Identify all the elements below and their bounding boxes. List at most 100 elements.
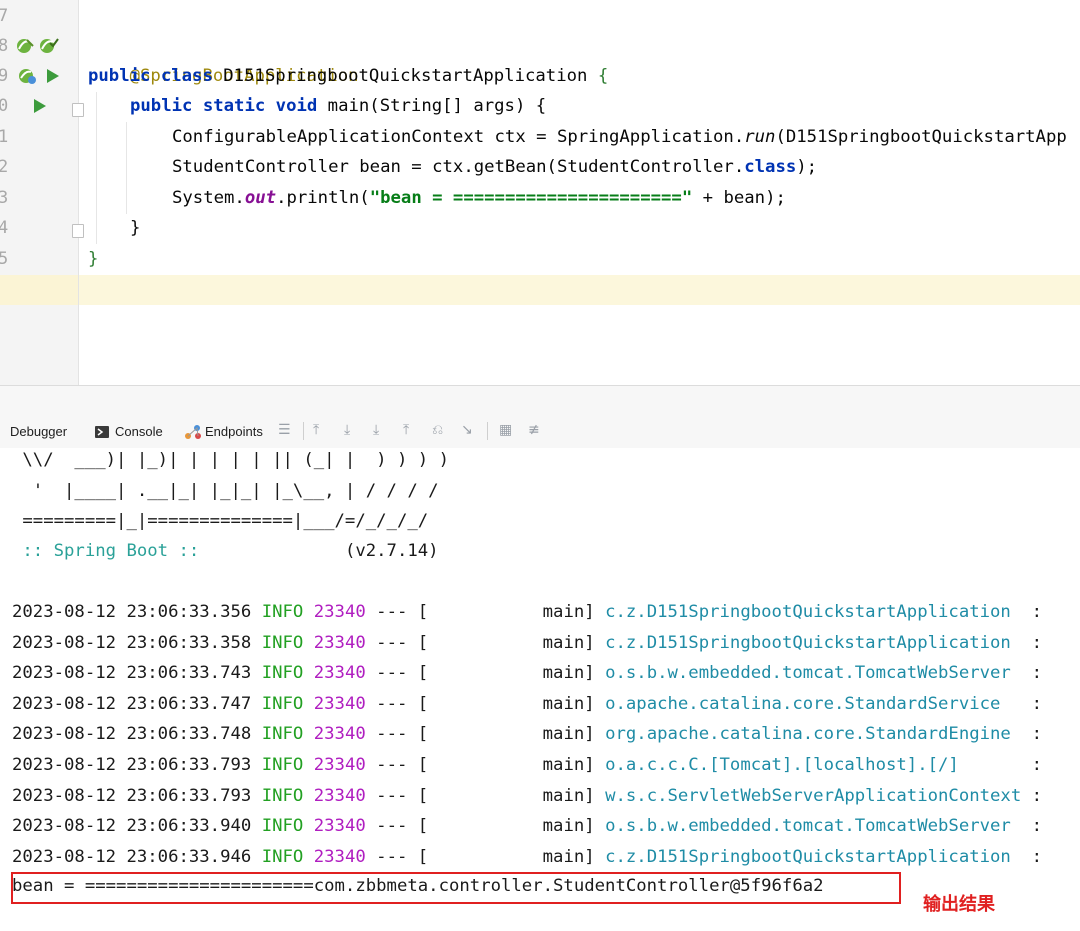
log-row: 2023-08-12 23:06:33.748 INFO 23340 --- [… — [12, 719, 1042, 749]
string-token: "bean = ======================" — [369, 188, 693, 208]
keyword-token: public static void — [130, 96, 318, 116]
log-pid: 23340 — [313, 632, 366, 653]
endpoints-icon — [185, 425, 201, 439]
log-tail: : — [1021, 846, 1043, 867]
step-out-icon[interactable]: ⤒ — [403, 422, 409, 438]
spring-boot-version: (v2.7.14) — [209, 541, 439, 561]
log-pid: 23340 — [313, 663, 366, 684]
line-number: 9 — [0, 66, 9, 86]
log-logger[interactable]: o.apache.catalina.core.StandardService — [605, 694, 1021, 714]
keyword-token: public class — [88, 66, 213, 86]
log-logger[interactable]: w.s.c.ServletWebServerApplicationContext — [605, 786, 1021, 806]
drop-frame-icon[interactable]: ⎌ — [432, 422, 443, 438]
log-tail: : — [1021, 785, 1043, 806]
log-logger[interactable]: o.s.b.w.embedded.tomcat.TomcatWebServer — [605, 816, 1021, 836]
log-timestamp: 2023-08-12 23:06:33.793 — [12, 785, 252, 806]
evaluate-expression-icon[interactable]: ▦ — [499, 422, 512, 438]
code-token: (D151SpringbootQuickstartApp — [775, 127, 1067, 147]
log-tail: : — [1021, 816, 1043, 837]
line-number: 1 — [0, 127, 9, 147]
spring-bean-check-icon[interactable] — [38, 36, 60, 56]
spring-boot-label: :: Spring Boot :: — [12, 541, 210, 561]
console-banner-line: =========|_|==============|___/=/_/_/_/ — [12, 511, 429, 531]
log-pid: 23340 — [313, 602, 366, 622]
log-thread: main] — [428, 632, 595, 653]
run-to-cursor-icon[interactable]: ↘ — [461, 422, 473, 438]
code-line-annotation: @SpringBootApplication — [88, 31, 359, 86]
code-token: ); — [796, 157, 818, 177]
code-token: + bean); — [692, 188, 786, 208]
log-thread: main] — [428, 693, 595, 714]
tab-console[interactable]: Console — [115, 424, 163, 439]
log-timestamp: 2023-08-12 23:06:33.356 — [12, 602, 252, 622]
step-into-icon[interactable]: ⤓ — [373, 422, 379, 438]
code-line-ctx: ConfigurableApplicationContext ctx = Spr… — [172, 122, 1067, 152]
current-line-gutter — [0, 275, 78, 305]
log-separator: --- [ — [365, 755, 429, 775]
brace-token: } — [88, 249, 99, 269]
show-execution-point-icon[interactable]: ⤒ — [313, 422, 319, 438]
log-separator: --- [ — [365, 785, 429, 806]
fold-marker-icon[interactable] — [72, 103, 84, 117]
log-level: INFO — [261, 663, 304, 684]
log-logger[interactable]: c.z.D151SpringbootQuickstartApplication — [605, 602, 1021, 622]
keyword-token: class — [744, 157, 797, 177]
log-timestamp: 2023-08-12 23:06:33.358 — [12, 632, 252, 653]
log-pid: 23340 — [313, 755, 366, 775]
static-method-token: run — [744, 127, 776, 147]
log-level: INFO — [261, 693, 304, 714]
line-number: 8 — [0, 36, 9, 56]
static-field-token: out — [244, 188, 277, 208]
code-line-class: public class D151SpringbootQuickstartApp… — [88, 61, 608, 91]
console-icon — [95, 426, 109, 438]
log-row: 2023-08-12 23:06:33.743 INFO 23340 --- [… — [12, 658, 1042, 688]
log-logger[interactable]: c.z.D151SpringbootQuickstartApplication — [605, 633, 1021, 653]
log-tail: : — [1021, 663, 1043, 684]
log-thread: main] — [428, 724, 595, 745]
log-tail: : — [1021, 602, 1043, 622]
run-main-gutter-icon[interactable] — [33, 98, 47, 114]
result-annotation-label: 输出结果 — [923, 894, 995, 915]
spring-boot-run-icon[interactable] — [16, 66, 40, 86]
code-line-print: System.out.println("bean = =============… — [172, 183, 786, 213]
trace-stream-icon[interactable]: ≢ — [528, 422, 540, 438]
log-timestamp: 2023-08-12 23:06:33.747 — [12, 693, 252, 714]
log-level: INFO — [261, 785, 304, 806]
code-token: StudentController bean = ctx.getBean(Stu… — [172, 157, 745, 177]
log-thread: main] — [428, 602, 595, 622]
editor-gutter: 7 8 9 0 1 2 3 4 5 6 — [0, 0, 79, 385]
log-row: 2023-08-12 23:06:33.358 INFO 23340 --- [… — [12, 628, 1042, 658]
current-line-highlight — [79, 275, 1080, 305]
spring-bean-icon[interactable] — [15, 36, 37, 56]
run-gutter-icon[interactable] — [46, 68, 60, 84]
menu-icon[interactable]: ☰ — [278, 422, 291, 438]
log-logger[interactable]: o.a.c.c.C.[Tomcat].[localhost].[/] — [605, 755, 1021, 775]
log-separator: --- [ — [365, 724, 429, 745]
log-tail: : — [1021, 755, 1043, 775]
log-row: 2023-08-12 23:06:33.793 INFO 23340 --- [… — [12, 750, 1042, 780]
log-thread: main] — [428, 816, 595, 837]
toolbar-separator — [303, 422, 304, 440]
tab-endpoints[interactable]: Endpoints — [205, 424, 263, 439]
line-number: 3 — [0, 188, 9, 208]
log-row: 2023-08-12 23:06:33.793 INFO 23340 --- [… — [12, 781, 1042, 811]
step-over-icon[interactable]: ⤓ — [344, 422, 350, 438]
log-logger[interactable]: c.z.D151SpringbootQuickstartApplication — [605, 847, 1021, 867]
code-editor[interactable]: 7 8 9 0 1 2 3 4 5 6 @SpringBootApplicati… — [0, 0, 1080, 385]
log-timestamp: 2023-08-12 23:06:33.940 — [12, 816, 252, 837]
toolbar-separator — [487, 422, 488, 440]
code-token: System. — [172, 188, 245, 208]
tab-debugger[interactable]: Debugger — [10, 424, 67, 439]
log-separator: --- [ — [365, 632, 429, 653]
log-thread: main] — [428, 663, 595, 684]
console-output[interactable]: \\/ ___)| |_)| | | | | || (_| | ) ) ) ) … — [0, 448, 1080, 931]
log-logger[interactable]: org.apache.catalina.core.StandardEngine — [605, 724, 1021, 744]
log-tail: : — [1021, 693, 1043, 714]
log-row: 2023-08-12 23:06:33.747 INFO 23340 --- [… — [12, 689, 1042, 719]
method-signature-token: main(String[] args) { — [317, 96, 547, 116]
class-name-token: D151SpringbootQuickstartApplication — [212, 66, 598, 86]
log-logger[interactable]: o.s.b.w.embedded.tomcat.TomcatWebServer — [605, 663, 1021, 683]
log-row: 2023-08-12 23:06:33.940 INFO 23340 --- [… — [12, 811, 1042, 841]
log-pid: 23340 — [313, 846, 366, 867]
fold-marker-icon[interactable] — [72, 224, 84, 238]
